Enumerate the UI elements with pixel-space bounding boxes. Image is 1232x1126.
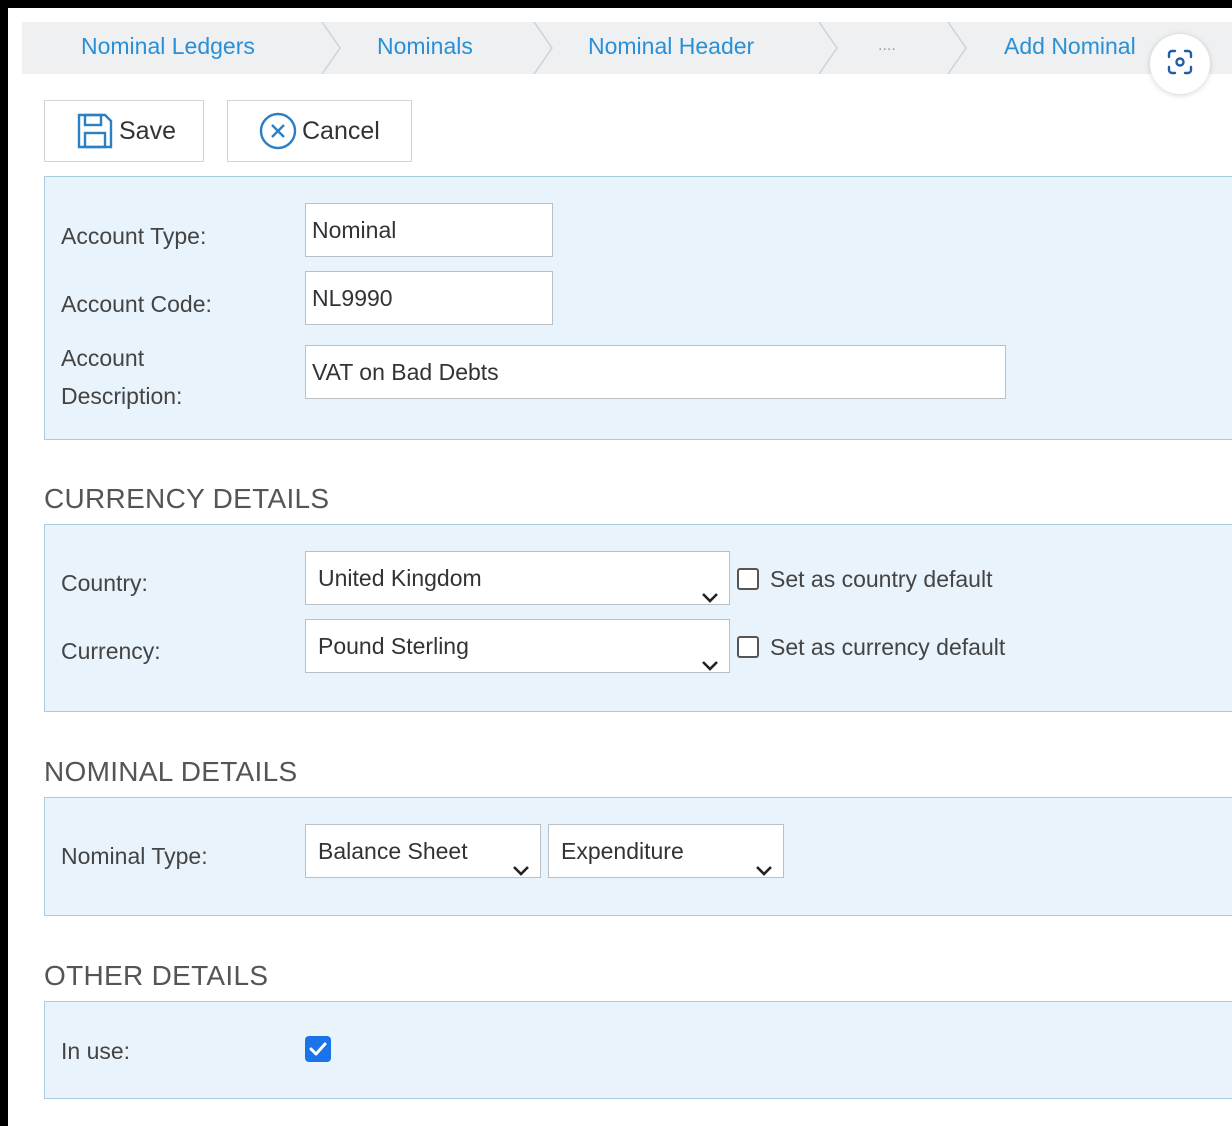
chevron-down-icon (512, 843, 530, 895)
cancel-button[interactable]: Cancel (227, 100, 412, 162)
country-select-value: United Kingdom (318, 565, 482, 591)
nominal-details-panel: Nominal Type: Balance Sheet Expenditure (44, 797, 1232, 916)
cancel-circle-x-icon (258, 111, 298, 151)
breadcrumb-separator (532, 22, 554, 74)
chevron-down-icon (701, 570, 719, 622)
currency-default-checkbox[interactable] (737, 636, 759, 658)
cancel-label: Cancel (302, 116, 380, 145)
window-frame-top (0, 0, 1232, 8)
chevron-down-icon (755, 843, 773, 895)
breadcrumb-item-nominal-ledgers[interactable]: Nominal Ledgers (81, 22, 255, 74)
save-button[interactable]: Save (44, 100, 204, 162)
account-type-label: Account Type: (61, 223, 207, 249)
breadcrumb-separator (817, 22, 839, 74)
breadcrumb-separator (320, 22, 342, 74)
breadcrumb-item-nominal-header[interactable]: Nominal Header (588, 22, 754, 74)
breadcrumb-item-ellipsis[interactable]: .... (878, 22, 896, 74)
country-select[interactable]: United Kingdom (305, 551, 730, 605)
other-details-heading: OTHER DETAILS (44, 960, 269, 991)
chevron-down-icon (701, 638, 719, 690)
breadcrumb-item-add-nominal[interactable]: Add Nominal (1004, 22, 1136, 74)
account-description-label-line2: Description: (61, 383, 183, 409)
country-default-label: Set as country default (770, 566, 993, 592)
currency-select-value: Pound Sterling (318, 633, 469, 659)
currency-default-label: Set as currency default (770, 634, 1006, 660)
save-label: Save (119, 116, 176, 145)
breadcrumb-separator (946, 22, 968, 74)
currency-select[interactable]: Pound Sterling (305, 619, 730, 673)
nominal-details-heading: NOMINAL DETAILS (44, 756, 298, 787)
in-use-checkbox[interactable] (305, 1036, 331, 1062)
window-frame-left (0, 0, 8, 1126)
currency-details-heading: CURRENCY DETAILS (44, 483, 330, 514)
breadcrumb-item-nominals[interactable]: Nominals (377, 22, 473, 74)
nominal-type-label: Nominal Type: (61, 843, 208, 869)
nominal-type-select-value: Balance Sheet (318, 838, 468, 864)
nominal-category-select[interactable]: Expenditure (548, 824, 784, 878)
country-label: Country: (61, 570, 148, 596)
account-description-label-line1: Account (61, 345, 145, 371)
account-code-label: Account Code: (61, 291, 212, 317)
country-default-checkbox[interactable] (737, 568, 759, 590)
screen-capture-icon (1167, 49, 1193, 80)
currency-label: Currency: (61, 638, 161, 664)
save-icon (75, 111, 115, 151)
account-description-field[interactable]: VAT on Bad Debts (305, 345, 1006, 399)
nominal-type-select[interactable]: Balance Sheet (305, 824, 541, 878)
account-panel: Account Type: Nominal Account Code: NL99… (44, 176, 1232, 440)
account-code-field[interactable]: NL9990 (305, 271, 553, 325)
currency-details-panel: Country: United Kingdom Set as country d… (44, 524, 1232, 712)
breadcrumb: Nominal Ledgers Nominals Nominal Header … (22, 22, 1232, 74)
account-type-field[interactable]: Nominal (305, 203, 553, 257)
other-details-panel: In use: (44, 1001, 1232, 1099)
in-use-label: In use: (61, 1038, 131, 1064)
checkmark-icon (309, 1041, 327, 1057)
nominal-category-select-value: Expenditure (561, 838, 684, 864)
screen-capture-button[interactable] (1150, 34, 1210, 94)
